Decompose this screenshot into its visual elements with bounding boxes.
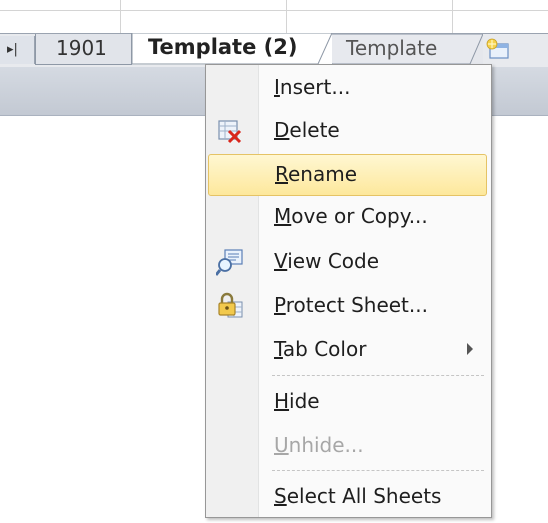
menu-item-protect-sheet[interactable]: Protect Sheet... xyxy=(208,286,487,326)
menu-item-view-code[interactable]: View Code xyxy=(208,242,487,282)
menu-item-label: Rename xyxy=(275,162,358,186)
worksheet-grid[interactable] xyxy=(0,0,548,33)
scroll-last-icon: ▸| xyxy=(7,42,18,57)
menu-separator xyxy=(272,375,484,376)
sheet-tab-1901[interactable]: 1901 xyxy=(35,34,132,65)
view-code-icon xyxy=(216,249,243,276)
protect-sheet-icon xyxy=(218,292,243,318)
sheet-tab-label: Template xyxy=(346,36,438,60)
menu-item-label: Move or Copy... xyxy=(274,204,428,228)
delete-sheet-icon xyxy=(218,120,242,144)
sheet-tab-label: Template (2) xyxy=(148,35,298,59)
menu-item-select-all-sheets[interactable]: Select All Sheets xyxy=(208,477,487,517)
submenu-arrow-icon xyxy=(467,343,473,355)
menu-item-label: Tab Color xyxy=(274,337,367,361)
sheet-tab-template-2[interactable]: Template (2) xyxy=(131,33,332,65)
sheet-tab-template[interactable]: Template xyxy=(318,34,483,64)
grid-column-line xyxy=(452,0,453,33)
grid-column-line xyxy=(286,0,287,33)
sheet-tab-label: 1901 xyxy=(56,36,107,60)
menu-item-hide[interactable]: Hide xyxy=(208,382,487,422)
menu-item-insert[interactable]: Insert... xyxy=(208,68,487,108)
menu-item-label: Hide xyxy=(274,389,320,413)
menu-separator xyxy=(272,470,484,471)
grid-row-line xyxy=(0,0,548,11)
insert-worksheet-icon[interactable] xyxy=(484,38,512,60)
menu-item-label: Insert... xyxy=(274,75,351,99)
menu-item-label: Delete xyxy=(274,118,340,142)
menu-item-label: Protect Sheet... xyxy=(274,293,428,317)
tab-scroll-last-button[interactable]: ▸| xyxy=(0,36,35,64)
menu-item-label: Unhide... xyxy=(274,433,364,457)
sheet-tab-strip: ▸| 1901 Template Template (2) xyxy=(0,33,548,68)
menu-item-label: Select All Sheets xyxy=(274,484,442,508)
menu-item-rename[interactable]: Rename xyxy=(208,154,487,196)
menu-item-delete[interactable]: Delete xyxy=(208,111,487,151)
menu-item-label: View Code xyxy=(274,249,380,273)
grid-column-line xyxy=(120,0,121,33)
sheet-tab-context-menu: Insert... Delete Rename Move or Copy... … xyxy=(205,64,492,518)
menu-item-tab-color[interactable]: Tab Color xyxy=(208,330,487,370)
menu-item-move-or-copy[interactable]: Move or Copy... xyxy=(208,197,487,237)
menu-item-unhide: Unhide... xyxy=(208,426,487,466)
